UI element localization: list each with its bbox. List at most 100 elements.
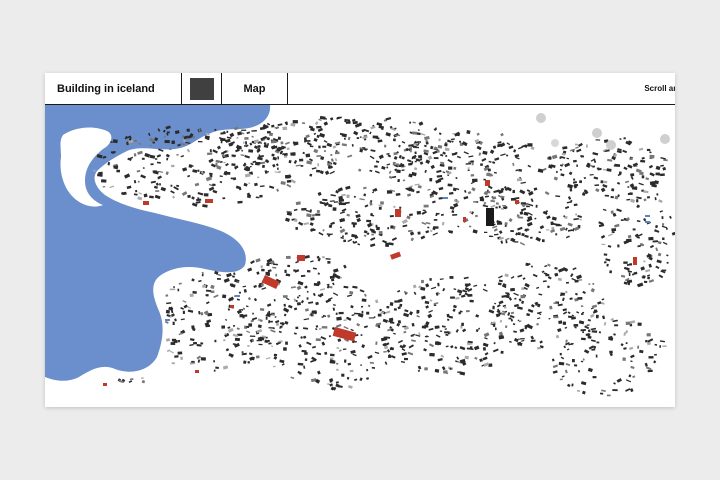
building (574, 143, 579, 146)
building (272, 365, 276, 368)
building (265, 159, 268, 162)
building (661, 237, 665, 241)
building (368, 317, 375, 319)
building (259, 308, 265, 311)
accent-building (645, 215, 650, 217)
building (223, 161, 226, 164)
highlighted-building[interactable] (633, 257, 637, 265)
building (236, 145, 242, 150)
building (572, 358, 575, 363)
building (283, 303, 286, 307)
building (265, 336, 268, 339)
building (338, 311, 344, 315)
building (268, 342, 272, 345)
building (100, 179, 107, 183)
building (450, 296, 455, 299)
building (466, 283, 469, 285)
building (334, 151, 340, 155)
building (516, 178, 523, 182)
building (488, 363, 493, 367)
building (361, 310, 364, 314)
building (341, 373, 345, 377)
building (234, 337, 241, 342)
building (286, 179, 292, 183)
building (251, 339, 254, 342)
building (241, 149, 244, 152)
highlighted-building[interactable] (297, 255, 305, 261)
building (296, 302, 301, 306)
map-canvas[interactable] (45, 105, 675, 407)
building (527, 143, 533, 147)
building (222, 294, 227, 299)
highlighted-building[interactable] (463, 217, 466, 222)
building (315, 338, 321, 342)
building (207, 152, 213, 156)
building (510, 230, 514, 233)
building (595, 354, 598, 358)
highlighted-building[interactable] (485, 180, 490, 186)
building (258, 343, 263, 346)
highlighted-building[interactable] (195, 370, 199, 373)
building (360, 305, 364, 308)
building (495, 327, 497, 331)
building (242, 307, 246, 310)
highlighted-building[interactable] (230, 305, 234, 308)
building (389, 215, 394, 218)
building (487, 168, 491, 172)
building (504, 222, 508, 226)
building (316, 210, 320, 213)
building (588, 283, 591, 285)
building (464, 355, 469, 360)
building (361, 298, 367, 302)
building (518, 168, 522, 172)
building (466, 347, 472, 350)
building (171, 140, 175, 145)
building (366, 311, 370, 315)
building (304, 352, 308, 355)
building (249, 335, 256, 337)
building (582, 311, 585, 314)
highlighted-building[interactable] (205, 199, 213, 203)
building (598, 331, 602, 334)
building (177, 288, 180, 292)
building (414, 160, 417, 163)
color-swatch-button[interactable] (182, 73, 222, 104)
building (448, 166, 453, 170)
building (603, 253, 608, 256)
building (637, 345, 640, 349)
building (427, 226, 430, 229)
tab-map[interactable]: Map (222, 73, 288, 104)
building (295, 226, 299, 230)
building (244, 145, 246, 147)
building (433, 157, 439, 160)
building (397, 179, 400, 183)
building (595, 314, 599, 319)
building (636, 199, 639, 203)
highlighted-building[interactable] (515, 200, 519, 204)
building (283, 347, 287, 351)
building (626, 238, 632, 243)
map-view[interactable] (45, 105, 675, 407)
building (614, 324, 619, 327)
building (193, 341, 197, 345)
building (164, 140, 170, 144)
building (102, 185, 106, 188)
building (579, 180, 582, 184)
building (393, 205, 396, 208)
highlighted-building[interactable] (143, 201, 149, 205)
building (380, 201, 384, 205)
building (606, 263, 609, 267)
highlighted-building[interactable] (395, 209, 401, 217)
building (666, 261, 669, 264)
building (591, 330, 598, 333)
building (495, 206, 498, 209)
building (292, 120, 298, 124)
highlighted-building[interactable] (103, 383, 107, 386)
building (242, 315, 245, 319)
building (422, 209, 426, 211)
building (356, 137, 360, 140)
building (576, 164, 578, 167)
building (284, 155, 288, 158)
building (271, 153, 275, 157)
building (514, 241, 519, 243)
